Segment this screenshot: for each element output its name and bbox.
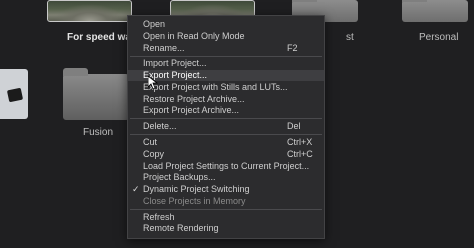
project-label-fusion: Fusion [83, 127, 114, 138]
menu-item-label: Delete... [143, 121, 177, 131]
context-menu: Open Open in Read Only Mode Rename... F2… [127, 15, 325, 239]
menu-item-label: Project Backups... [143, 172, 216, 182]
menu-separator [130, 118, 322, 119]
folder-icon[interactable] [63, 68, 129, 120]
menu-separator [130, 209, 322, 210]
menu-item-label: Dynamic Project Switching [143, 184, 250, 194]
menu-item-label: Close Projects in Memory [143, 196, 246, 206]
menu-item-project-backups[interactable]: Project Backups... [128, 172, 324, 183]
menu-separator [130, 134, 322, 135]
menu-separator [130, 56, 322, 57]
menu-item-label: Copy [143, 149, 165, 159]
checkmark-icon: ✓ [132, 184, 140, 194]
menu-item-label: Export Project Archive... [143, 105, 240, 115]
menu-item-open-read-only[interactable]: Open in Read Only Mode [128, 31, 324, 42]
menu-item-close-projects-in-memory[interactable]: Close Projects in Memory [128, 196, 324, 207]
menu-item-label: Rename... [143, 43, 185, 53]
menu-item-label: Open in Read Only Mode [143, 31, 245, 41]
menu-item-shortcut: F2 [287, 43, 298, 53]
mouse-cursor-icon [148, 76, 158, 90]
menu-item-shortcut: Del [287, 121, 301, 131]
menu-item-refresh[interactable]: Refresh [128, 212, 324, 223]
menu-item-copy[interactable]: Copy Ctrl+C [128, 149, 324, 160]
menu-item-dynamic-project-switching[interactable]: ✓ Dynamic Project Switching [128, 184, 324, 195]
menu-item-label: Load Project Settings to Current Project… [143, 161, 310, 171]
project-thumbnail-for-speed-warp[interactable] [47, 0, 132, 22]
device-image [6, 87, 24, 103]
menu-item-label: Restore Project Archive... [143, 94, 245, 104]
project-thumbnail[interactable] [0, 69, 28, 119]
menu-item-rename[interactable]: Rename... F2 [128, 43, 324, 54]
folder-icon[interactable] [402, 0, 468, 22]
menu-item-delete[interactable]: Delete... Del [128, 121, 324, 132]
menu-item-shortcut: Ctrl+C [287, 149, 313, 159]
menu-item-import-project[interactable]: Import Project... [128, 58, 324, 69]
menu-item-load-project-settings[interactable]: Load Project Settings to Current Project… [128, 161, 324, 172]
menu-item-label: Remote Rendering [143, 223, 219, 233]
menu-item-label: Import Project... [143, 58, 207, 68]
menu-item-open[interactable]: Open [128, 19, 324, 30]
project-label: st [346, 32, 354, 43]
menu-item-cut[interactable]: Cut Ctrl+X [128, 137, 324, 148]
menu-item-label: Open [143, 19, 166, 29]
menu-item-label: Refresh [143, 212, 175, 222]
menu-item-label: Export Project with Stills and LUTs... [143, 82, 288, 92]
project-label-personal: Personal [419, 32, 459, 43]
menu-item-label: Cut [143, 137, 158, 147]
menu-item-restore-project-archive[interactable]: Restore Project Archive... [128, 94, 324, 105]
menu-item-shortcut: Ctrl+X [287, 137, 313, 147]
menu-item-remote-rendering[interactable]: Remote Rendering [128, 223, 324, 234]
menu-item-export-project-archive[interactable]: Export Project Archive... [128, 105, 324, 116]
